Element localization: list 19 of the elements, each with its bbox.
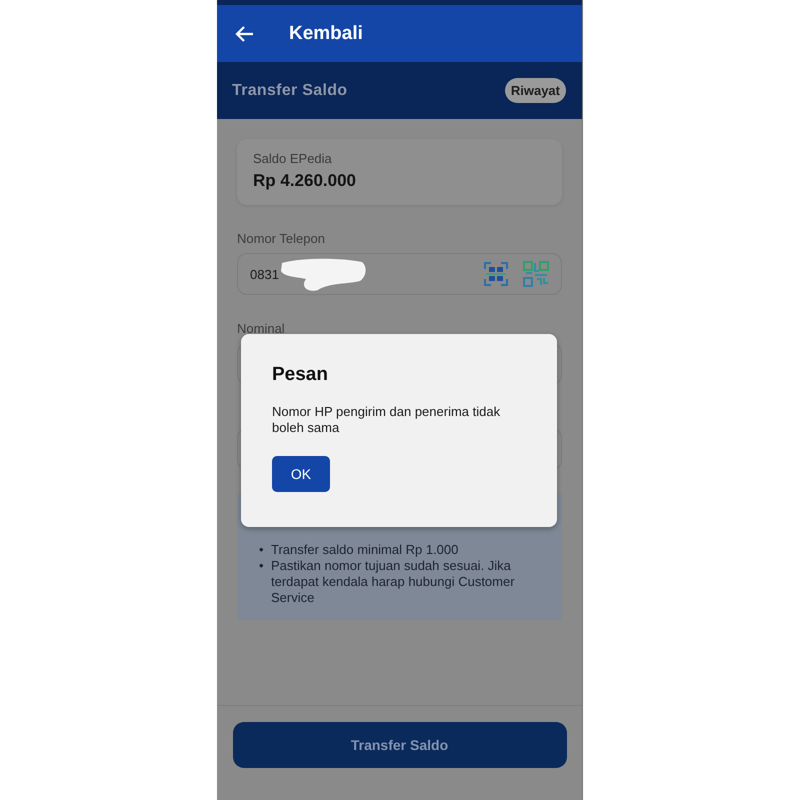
info-item: Transfer saldo minimal Rp 1.000 <box>271 542 458 558</box>
bullet: • <box>259 558 265 575</box>
bullet: • <box>259 542 265 558</box>
history-button[interactable]: Riwayat <box>504 78 566 103</box>
dialog-message: Nomor HP pengirim dan penerima tidak boleh sama <box>272 404 502 436</box>
balance-amount: Rp 4.260.000 <box>253 171 358 191</box>
balance-label: Saldo EPedia <box>253 151 333 166</box>
qr-code-icon[interactable] <box>523 261 549 287</box>
field-label: Nomor Telepon <box>237 231 326 246</box>
dialog-title: Pesan <box>272 364 329 386</box>
field-label: Nominal <box>237 321 286 336</box>
info-item: Pastikan nomor tujuan sudah sesuai. Jika terdapat kendala harap hubungi Customer Service <box>271 558 516 606</box>
scan-icon[interactable] <box>483 261 509 287</box>
ok-button[interactable]: OK <box>272 456 330 492</box>
phone-field[interactable]: 0831 <box>237 253 562 295</box>
transfer-button[interactable]: Transfer Saldo <box>232 722 566 768</box>
section-title: Transfer Saldo <box>232 82 348 100</box>
app-bar-title: Kembali <box>289 22 363 44</box>
back-icon[interactable] <box>235 24 255 44</box>
